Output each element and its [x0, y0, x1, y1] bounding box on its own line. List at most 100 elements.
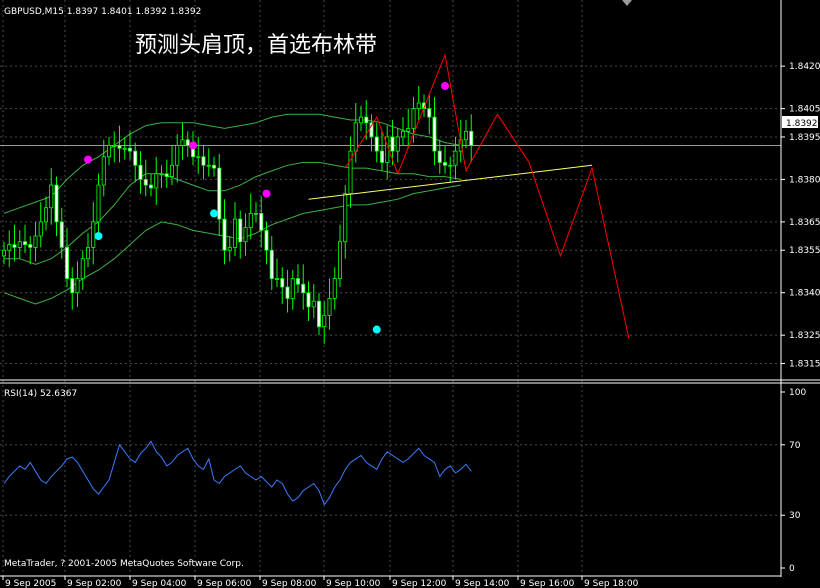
bottom-marker — [210, 209, 218, 218]
candle-body — [337, 241, 342, 279]
candle-body — [127, 147, 132, 152]
candle — [274, 258, 279, 288]
candle-body — [22, 241, 27, 245]
candle-body — [243, 227, 248, 243]
candle-body — [49, 184, 54, 209]
candle — [206, 148, 211, 177]
x-tick-label: 9 Sep 08:00 — [262, 579, 317, 588]
y-tick-label: 1.8420 — [789, 62, 820, 72]
candle — [101, 139, 106, 197]
candle — [227, 236, 232, 262]
candle-body — [201, 156, 206, 166]
candle — [22, 224, 27, 254]
candle — [133, 142, 138, 183]
x-tick-label: 9 Sep 10:00 — [326, 579, 381, 588]
head-shoulders-outline — [344, 52, 498, 176]
rsi-indicator — [3, 440, 472, 506]
candle — [348, 136, 353, 208]
x-tick-label: 9 Sep 06:00 — [197, 579, 252, 588]
candle-body — [248, 213, 253, 228]
candle-body — [469, 130, 474, 146]
x-tick-label: 9 Sep 16:00 — [520, 579, 575, 588]
candle — [86, 233, 91, 268]
bottom-marker — [372, 325, 381, 334]
candle-body — [2, 249, 7, 257]
candle-body — [374, 136, 379, 152]
candle-body — [75, 278, 80, 294]
candle-body — [222, 218, 227, 251]
candle — [469, 114, 474, 163]
rsi-line — [3, 440, 472, 506]
candle-body — [101, 156, 106, 186]
candle — [358, 105, 363, 132]
candle — [232, 202, 237, 256]
candle — [154, 156, 159, 205]
candle — [322, 301, 327, 344]
candle — [301, 264, 306, 310]
candle — [290, 270, 295, 310]
candle — [44, 196, 49, 231]
y-tick-label: 1.8405 — [789, 105, 820, 115]
grid — [0, 0, 781, 576]
forecast-path — [497, 114, 630, 339]
trading-chart: 9 Sep 2005 9 Sep 02:00 9 Sep 04:00 9 Sep 06… — [0, 0, 820, 588]
candle-body — [316, 300, 321, 328]
candle-body — [180, 139, 185, 146]
candle-body — [332, 278, 337, 299]
candle-body — [154, 173, 159, 189]
current-price-value: 1.8392 — [786, 119, 818, 129]
candle-body — [38, 221, 43, 237]
candle — [80, 250, 85, 290]
candle — [164, 159, 169, 188]
candle-body — [169, 164, 174, 177]
x-tick-label: 9 Sep 18:00 — [584, 579, 639, 588]
candle-body — [353, 122, 358, 152]
candle-body — [86, 246, 91, 260]
candle — [374, 122, 379, 163]
candle — [38, 202, 43, 248]
candle-body — [259, 213, 264, 231]
candle-body — [358, 116, 363, 124]
candle — [59, 207, 64, 259]
candle-body — [301, 283, 306, 294]
candle-body — [148, 184, 153, 189]
x-tick-label: 9 Sep 2005 — [5, 579, 56, 588]
candle — [96, 173, 101, 237]
candle-body — [238, 218, 243, 243]
candle-body — [17, 241, 22, 248]
candle-body — [33, 235, 38, 248]
top-marker — [84, 155, 92, 164]
candle-body — [107, 145, 112, 158]
candle — [70, 267, 75, 310]
rsi-tick-label: 70 — [789, 441, 801, 451]
candle — [201, 145, 206, 180]
candle — [12, 224, 17, 262]
rsi-label: RSI(14) 52.6367 — [4, 389, 77, 399]
copyright-label: MetaTrader, ? 2001-2005 MetaQuotes Softw… — [4, 559, 244, 569]
candle-body — [164, 173, 169, 177]
candle-body — [322, 314, 327, 328]
candle-body — [269, 249, 274, 279]
candle — [238, 210, 243, 259]
candle — [295, 264, 300, 293]
x-tick-label: 9 Sep 12:00 — [392, 579, 447, 588]
candle-body — [442, 162, 447, 166]
candle-body — [217, 167, 222, 220]
candle — [148, 173, 153, 197]
candle — [285, 270, 290, 313]
scroll-arrow-icon[interactable] — [622, 0, 632, 6]
candle-body — [453, 150, 458, 166]
y-tick-label: 1.8340 — [789, 289, 820, 299]
candle-body — [290, 278, 295, 299]
candle-body — [311, 300, 316, 308]
candle — [122, 136, 127, 160]
candle-body — [448, 164, 453, 167]
symbol-info: GBPUSD,M15 1.8397 1.8401 1.8392 1.8392 — [4, 7, 201, 17]
candle-body — [437, 150, 442, 163]
candle — [327, 278, 332, 330]
y-tick-label: 1.8380 — [789, 175, 820, 185]
candle-body — [196, 156, 201, 159]
candle — [437, 139, 442, 174]
candle — [332, 267, 337, 310]
candle — [91, 202, 96, 265]
